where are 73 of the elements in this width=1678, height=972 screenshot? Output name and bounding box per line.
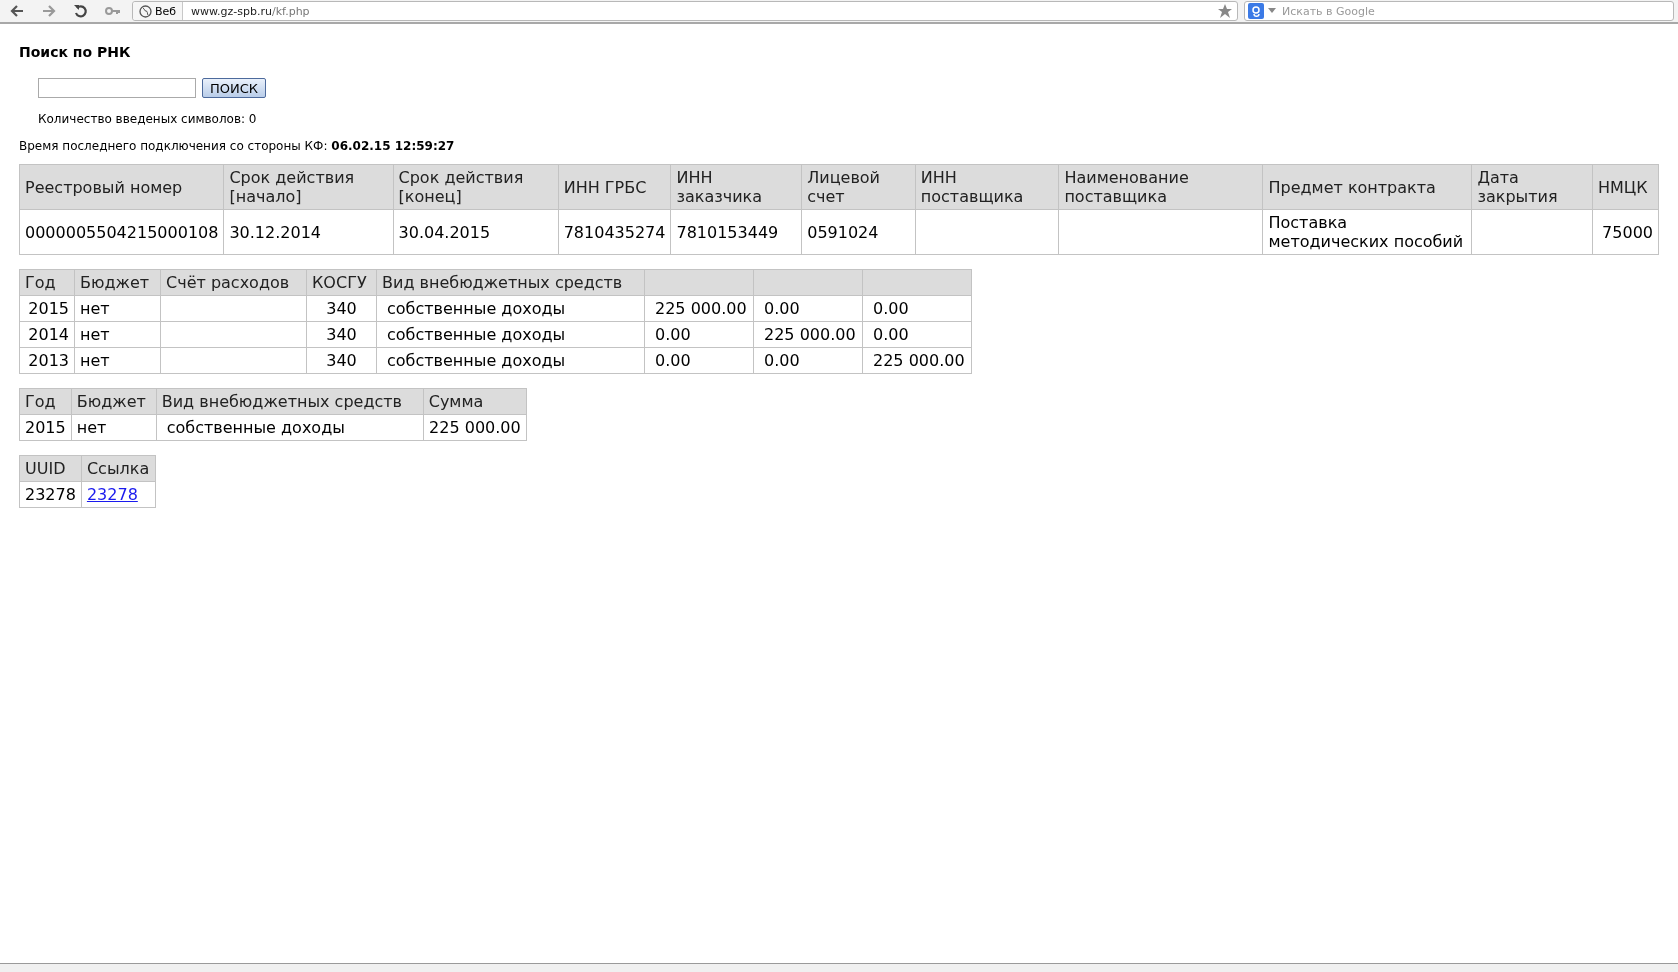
table-cell: 2015	[19, 295, 75, 322]
table-cell: 0.00	[753, 347, 863, 374]
table-cell: собственные доходы	[376, 321, 645, 348]
table-cell: собственные доходы	[376, 295, 645, 322]
table-header-cell: ИНН поставщика	[915, 164, 1059, 210]
table-cell: 0.00	[644, 347, 754, 374]
star-icon[interactable]	[1217, 3, 1233, 19]
table-header-cell: Предмет контракта	[1262, 164, 1472, 210]
address-bar[interactable]: Веб www.gz-spb.ru/kf.php	[132, 1, 1238, 21]
table-header-cell: ИНН заказчика	[670, 164, 802, 210]
reload-icon[interactable]	[73, 3, 89, 19]
table-cell: 30.04.2015	[393, 209, 559, 255]
search-field[interactable]	[38, 78, 196, 98]
back-arrow-icon[interactable]	[9, 3, 25, 19]
table-header-cell: Счёт расходов	[160, 269, 307, 296]
table-header-cell: Дата закрытия	[1471, 164, 1593, 210]
table-cell: 7810435274	[558, 209, 671, 255]
table-cell: 0.00	[753, 295, 863, 322]
table-cell: 225 000.00	[423, 414, 527, 441]
table-header-cell: UUID	[19, 455, 82, 482]
table-cell: 225 000.00	[862, 347, 972, 374]
table-cell: 23278	[19, 481, 82, 508]
table-cell: 2013	[19, 347, 75, 374]
web-search-field[interactable]: Искать в Google	[1244, 1, 1674, 21]
table-header-cell: Ссылка	[81, 455, 156, 482]
table-cell: 225 000.00	[644, 295, 754, 322]
table-cell: 7810153449	[670, 209, 802, 255]
search-engine-button[interactable]: Веб	[133, 2, 184, 20]
table-cell: собственные доходы	[156, 414, 424, 441]
table-cell: собственные доходы	[376, 347, 645, 374]
table-header-cell: ИНН ГРБС	[558, 164, 671, 210]
table-cell: нет	[74, 321, 161, 348]
table-cell: нет	[74, 347, 161, 374]
table-header-cell: Вид внебюджетных средств	[376, 269, 645, 296]
table-cell: нет	[71, 414, 157, 441]
table-cell: 225 000.00	[753, 321, 863, 348]
url-text: www.gz-spb.ru/kf.php	[190, 4, 311, 18]
web-search-field[interactable]: Искать в Google	[1280, 3, 1673, 19]
forward-arrow-icon[interactable]	[41, 3, 57, 19]
dropdown-icon[interactable]	[1268, 8, 1276, 14]
last-connection-text: Время последнего подключения со стороны КФ: 06.02.15 12:59:27	[19, 139, 456, 153]
table-header-cell: Бюджет	[74, 269, 161, 296]
search-button[interactable]: ПОИСК	[202, 78, 267, 98]
table-header-cell: Год	[19, 388, 72, 415]
table-header-cell: Сумма	[423, 388, 527, 415]
table-header-cell: Срок действия [конец]	[393, 164, 559, 210]
table-header-cell: КОСГУ	[306, 269, 377, 296]
page-heading: Поиск по РНК	[19, 44, 132, 60]
table-cell: 0000005504215000108	[19, 209, 224, 255]
uuid-link[interactable]: 23278	[86, 485, 138, 504]
table-header-cell: Реестровый номер	[19, 164, 224, 210]
table-cell: 75000	[1592, 209, 1659, 255]
table-header-cell: Год	[19, 269, 75, 296]
table-cell: 340	[306, 295, 377, 322]
table-cell: 0.00	[862, 295, 972, 322]
table-cell: 340	[306, 321, 377, 348]
char-count-text: Количество введеных символов: 0	[38, 112, 258, 126]
table-cell: 2014	[19, 321, 75, 348]
table-cell: Поставка методических пособий	[1262, 209, 1472, 255]
table-header-cell: Срок действия [начало]	[223, 164, 393, 210]
table-cell: 0.00	[862, 321, 972, 348]
table-header-cell: НМЦК	[1592, 164, 1659, 210]
table-header-cell: Наименование поставщика	[1058, 164, 1263, 210]
table-cell: 340	[306, 347, 377, 374]
table-header-cell: Бюджет	[71, 388, 157, 415]
table-cell: 0591024	[801, 209, 916, 255]
table-header-cell: Вид внебюджетных средств	[156, 388, 424, 415]
table-cell: нет	[74, 295, 161, 322]
table-cell: 2015	[19, 414, 72, 441]
table-cell: 30.12.2014	[223, 209, 393, 255]
table-header-cell: Лицевой счет	[801, 164, 916, 210]
search-engine-icon[interactable]	[1248, 3, 1264, 19]
table-cell: 0.00	[644, 321, 754, 348]
